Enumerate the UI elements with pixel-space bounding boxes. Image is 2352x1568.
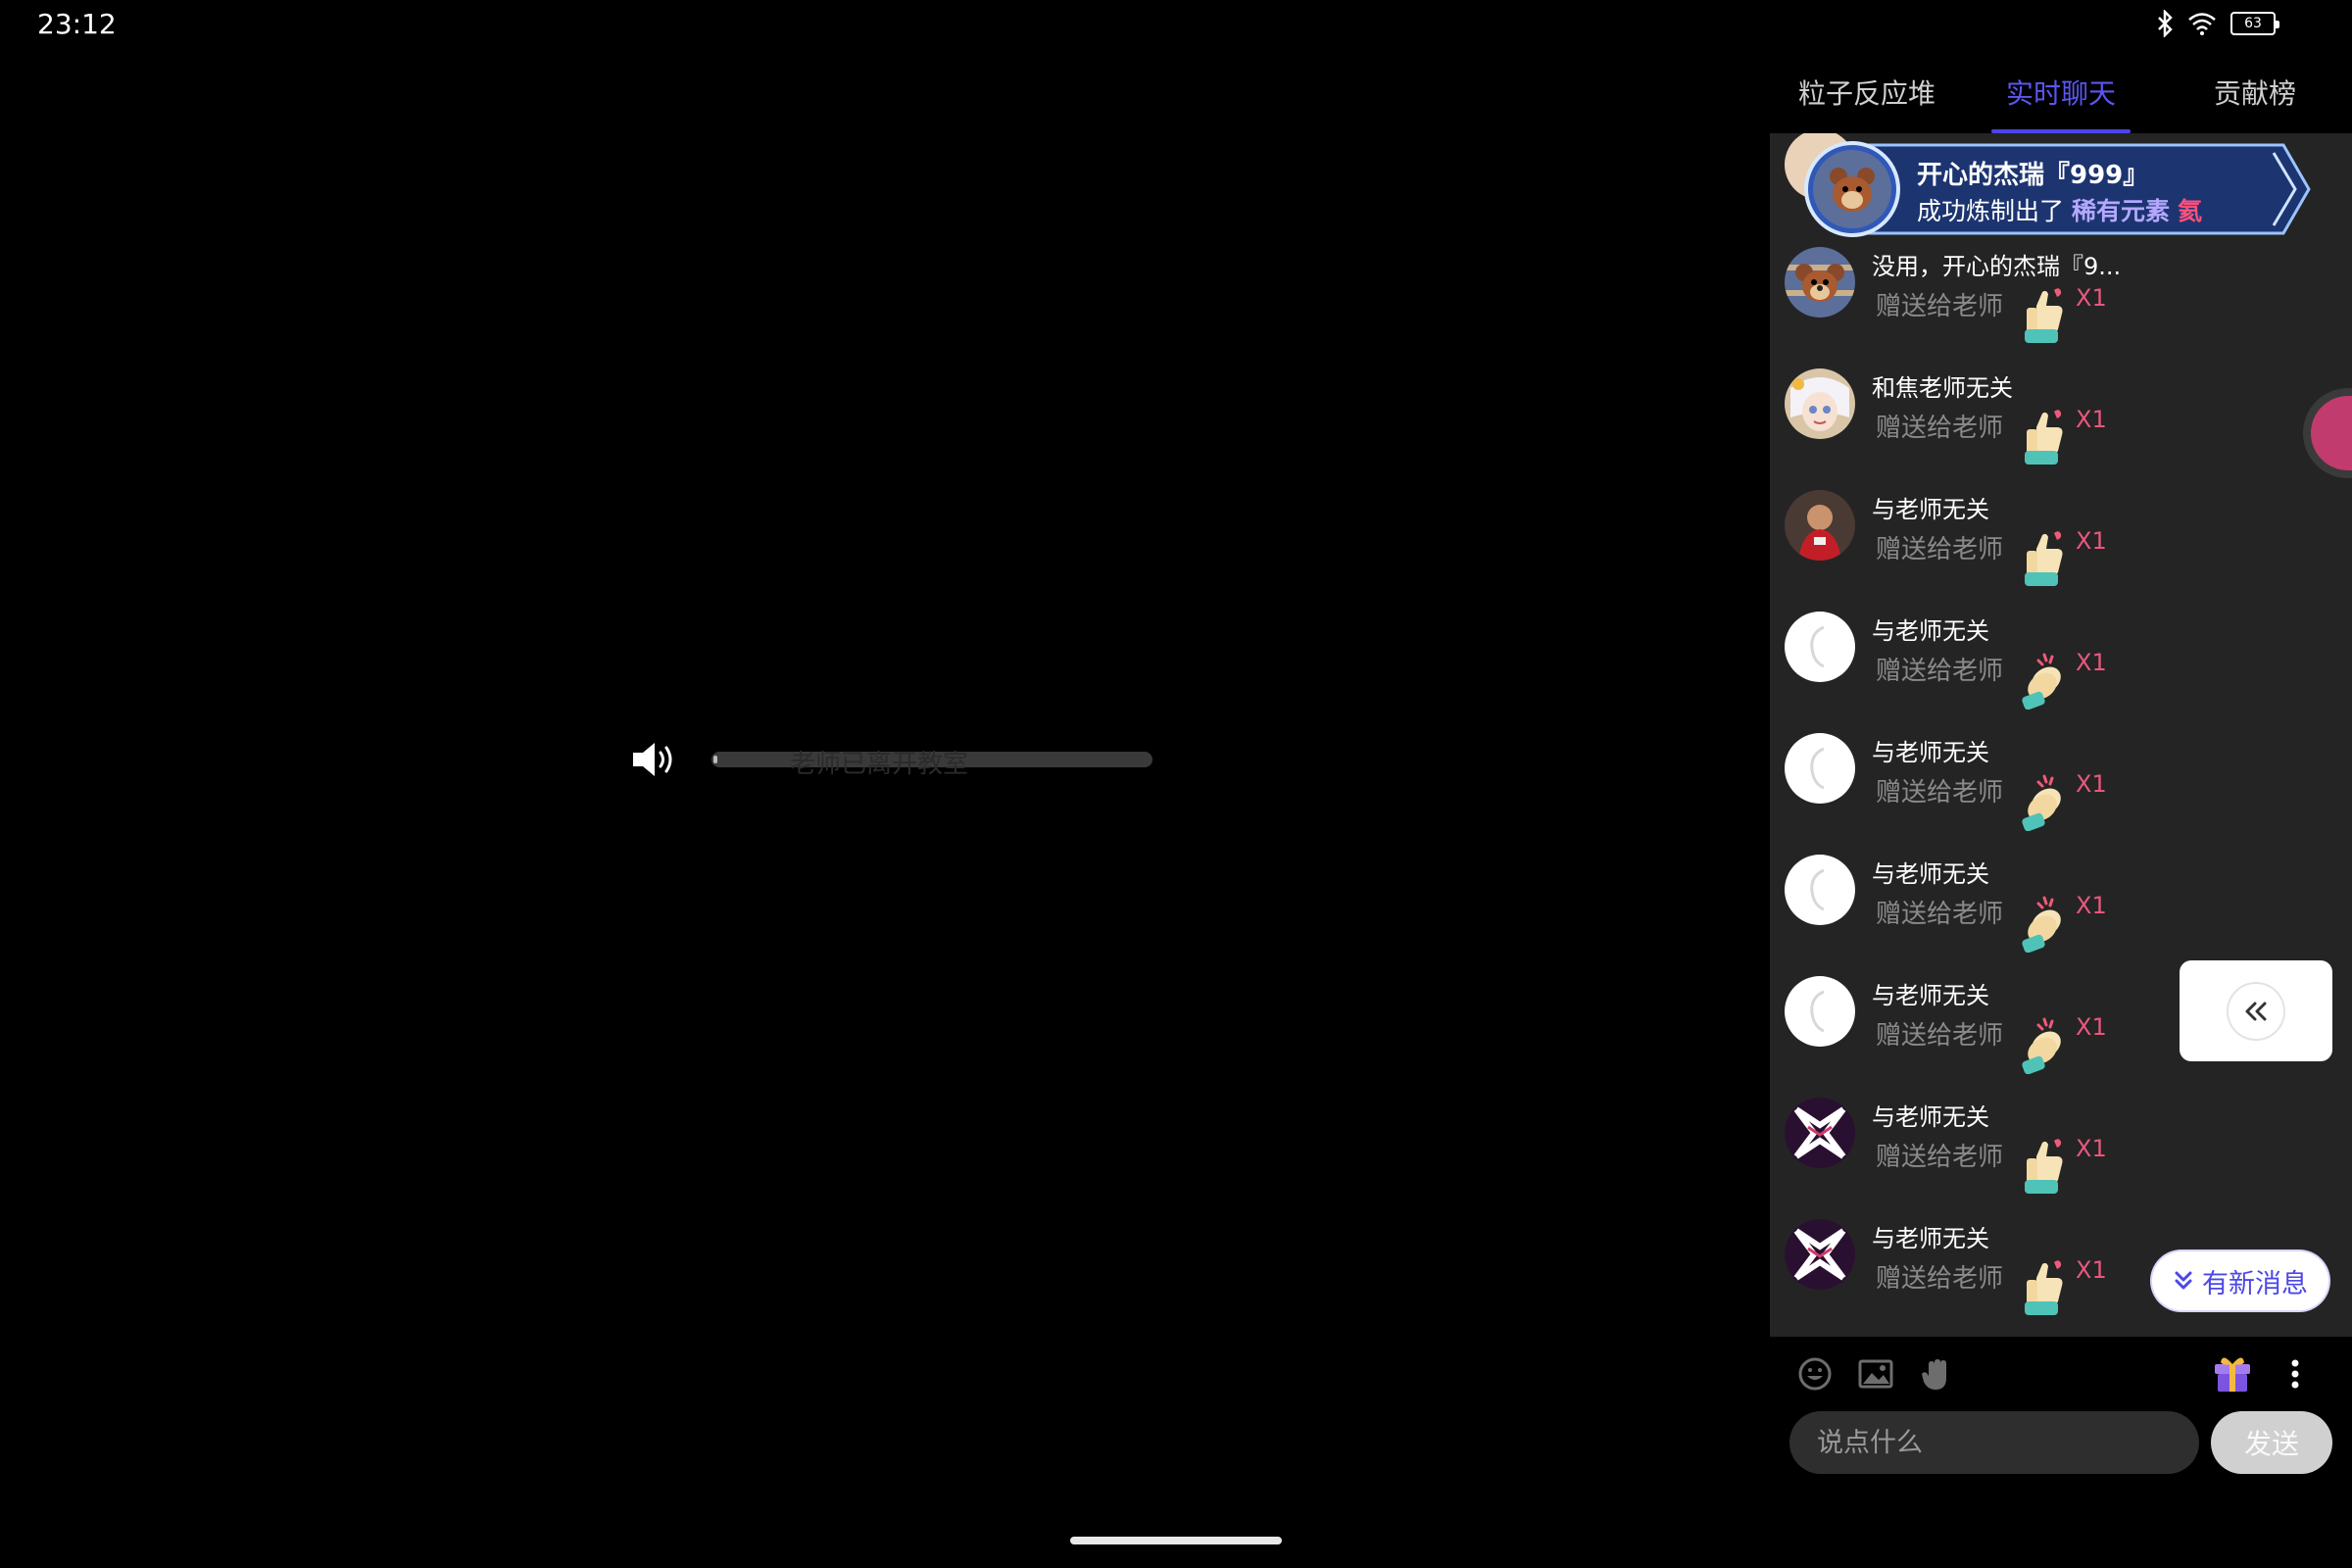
chat-message-list[interactable]: 没用，开心的杰瑞『9... 赠送给老师 X1 和焦老师无关 赠送给老师 X1 与…	[1770, 133, 2352, 1337]
avatar[interactable]	[1785, 612, 1855, 682]
new-messages-label: 有新消息	[2202, 1268, 2308, 1299]
thumbs-up-icon	[2025, 531, 2063, 586]
battery-level: 63	[2244, 16, 2262, 31]
message-text: 赠送给老师	[1876, 414, 2004, 443]
banner-text-prefix: 成功炼制出了	[1917, 197, 2065, 225]
message-sender-name: 没用，开心的杰瑞『9...	[1872, 253, 2122, 280]
avatar[interactable]	[1785, 976, 1855, 1047]
collapse-button[interactable]	[2227, 981, 2285, 1041]
avatar[interactable]	[1785, 368, 1855, 439]
status-icons: 63	[2156, 10, 2279, 37]
side-float-tab-inner	[2311, 396, 2352, 470]
chat-message: 与老师无关 赠送给老师 X1	[1770, 843, 2352, 964]
tab-particle-reactor[interactable]: 粒子反应堆	[1770, 55, 1964, 133]
image-icon[interactable]	[1856, 1354, 1895, 1394]
chat-message: 与老师无关 赠送给老师 X1	[1770, 478, 2352, 600]
chat-input[interactable]	[1789, 1411, 2199, 1474]
message-text: 赠送给老师	[1876, 778, 2004, 808]
message-sender-name: 与老师无关	[1872, 496, 1989, 523]
achievement-banner: 开心的杰瑞『999』 成功炼制出了 稀有元素 氦	[1803, 139, 2313, 239]
banner-user-name: 开心的杰瑞『999』	[1917, 161, 2149, 190]
chat-message: 和焦老师无关 赠送给老师 X1	[1770, 357, 2352, 478]
gift-count: X1	[2076, 406, 2107, 433]
gift-count: X1	[2076, 284, 2107, 312]
message-sender-name: 与老师无关	[1872, 617, 1989, 645]
gift-count: X1	[2076, 1135, 2107, 1162]
status-time: 23:12	[37, 8, 117, 40]
battery-icon: 63	[2230, 12, 2279, 35]
chat-message: 与老师无关 赠送给老师 X1	[1770, 600, 2352, 721]
volume-icon[interactable]	[627, 737, 682, 782]
raise-hand-icon[interactable]	[1917, 1354, 1956, 1394]
thumbs-up-icon	[2025, 410, 2063, 465]
message-text: 赠送给老师	[1876, 657, 2004, 686]
banner-element: 氦	[2177, 197, 2202, 225]
gift-count: X1	[2076, 1013, 2107, 1041]
message-sender-name: 与老师无关	[1872, 1103, 1989, 1131]
wifi-icon	[2188, 13, 2216, 35]
chat-message: 没用，开心的杰瑞『9... 赠送给老师 X1	[1770, 235, 2352, 357]
clapping-hands-icon	[2022, 896, 2061, 953]
banner-highlight: 稀有元素	[2071, 197, 2170, 225]
banner-message: 成功炼制出了 稀有元素 氦	[1917, 192, 2202, 227]
message-text: 赠送给老师	[1876, 292, 2004, 321]
collapse-panel-card	[2180, 960, 2332, 1061]
gift-box-icon[interactable]	[2209, 1348, 2256, 1396]
home-indicator[interactable]	[1070, 1537, 1282, 1544]
chat-message: 与老师无关 赠送给老师 X1	[1770, 1086, 2352, 1207]
message-sender-name: 与老师无关	[1872, 982, 1989, 1009]
message-sender-name: 与老师无关	[1872, 860, 1989, 888]
avatar[interactable]	[1785, 1219, 1855, 1290]
gift-count: X1	[2076, 770, 2107, 798]
clapping-hands-icon	[2022, 774, 2061, 831]
new-messages-button[interactable]: 有新消息	[2152, 1251, 2328, 1310]
message-text: 赠送给老师	[1876, 1264, 2004, 1294]
double-chevron-left-icon	[2245, 1002, 2267, 1020]
more-icon[interactable]	[2276, 1354, 2315, 1394]
panel-tabs: 粒子反应堆 实时聊天 贡献榜	[1770, 55, 2352, 133]
message-sender-name: 和焦老师无关	[1872, 374, 2013, 402]
message-sender-name: 与老师无关	[1872, 739, 1989, 766]
clapping-hands-icon	[2022, 1017, 2061, 1074]
emoji-icon[interactable]	[1795, 1354, 1835, 1394]
avatar[interactable]	[1785, 1098, 1855, 1168]
avatar[interactable]	[1785, 733, 1855, 804]
thumbs-up-icon	[2025, 1260, 2063, 1315]
gift-count: X1	[2076, 1256, 2107, 1284]
chat-toolbar	[1770, 1337, 2352, 1415]
tab-live-chat[interactable]: 实时聊天	[1964, 55, 2158, 133]
gift-count: X1	[2076, 527, 2107, 555]
avatar[interactable]	[1785, 490, 1855, 561]
message-sender-name: 与老师无关	[1872, 1225, 1989, 1252]
thumbs-up-icon	[2025, 288, 2063, 343]
tab-contribution-rank[interactable]: 贡献榜	[2158, 55, 2352, 133]
teacher-status-text: 老师已离开教室	[790, 750, 969, 779]
clapping-hands-icon	[2022, 653, 2061, 710]
send-button[interactable]: 发送	[2211, 1411, 2332, 1474]
audio-indicator: 老师已离开教室	[627, 737, 1152, 782]
chat-message: 与老师无关 赠送给老师 X1	[1770, 721, 2352, 843]
bluetooth-icon	[2158, 10, 2173, 37]
message-text: 赠送给老师	[1876, 1143, 2004, 1172]
gift-count: X1	[2076, 649, 2107, 676]
message-text: 赠送给老师	[1876, 535, 2004, 564]
gift-count: X1	[2076, 892, 2107, 919]
avatar[interactable]	[1785, 247, 1855, 318]
message-text: 赠送给老师	[1876, 1021, 2004, 1051]
double-chevron-down-icon	[2175, 1271, 2192, 1290]
message-text: 赠送给老师	[1876, 900, 2004, 929]
thumbs-up-icon	[2025, 1139, 2063, 1194]
avatar[interactable]	[1785, 855, 1855, 925]
chat-input-box	[1789, 1411, 2199, 1474]
